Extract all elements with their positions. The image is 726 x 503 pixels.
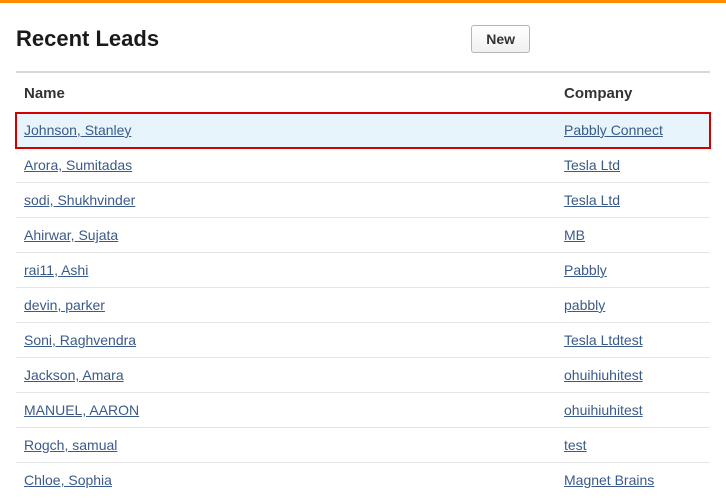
lead-name-link[interactable]: Soni, Raghvendra [24, 332, 136, 348]
table-cell-company: Tesla Ltd [556, 148, 710, 183]
panel-header: Recent Leads New [16, 25, 710, 53]
table-cell-name: Johnson, Stanley [16, 113, 556, 148]
lead-company-link[interactable]: Tesla Ltd [564, 192, 620, 208]
lead-company-link[interactable]: ohuihiuhitest [564, 367, 643, 383]
lead-name-link[interactable]: devin, parker [24, 297, 105, 313]
table-cell-name: Soni, Raghvendra [16, 323, 556, 358]
lead-company-link[interactable]: Pabbly Connect [564, 122, 663, 138]
table-cell-name: MANUEL, AARON [16, 393, 556, 428]
leads-table-body: Johnson, Stanley Pabbly Connect Arora, Sum… [16, 113, 710, 498]
table-cell-company: ohuihiuhitest [556, 393, 710, 428]
table-row: rai11, Ashi Pabbly [16, 253, 710, 288]
table-cell-company: Tesla Ltdtest [556, 323, 710, 358]
table-row: devin, parker pabbly [16, 288, 710, 323]
lead-name-link[interactable]: Ahirwar, Sujata [24, 227, 118, 243]
lead-name-link[interactable]: rai11, Ashi [24, 262, 88, 278]
lead-name-link[interactable]: Johnson, Stanley [24, 122, 131, 138]
table-cell-name: sodi, Shukhvinder [16, 183, 556, 218]
lead-company-link[interactable]: test [564, 437, 587, 453]
table-row: Ahirwar, Sujata MB [16, 218, 710, 253]
table-row: Jackson, Amara ohuihiuhitest [16, 358, 710, 393]
lead-company-link[interactable]: Tesla Ltd [564, 157, 620, 173]
lead-company-link[interactable]: MB [564, 227, 585, 243]
table-row: Rogch, samual test [16, 428, 710, 463]
table-cell-name: Jackson, Amara [16, 358, 556, 393]
table-row: Arora, Sumitadas Tesla Ltd [16, 148, 710, 183]
table-row: sodi, Shukhvinder Tesla Ltd [16, 183, 710, 218]
lead-company-link[interactable]: Tesla Ltdtest [564, 332, 643, 348]
lead-company-link[interactable]: pabbly [564, 297, 605, 313]
lead-name-link[interactable]: MANUEL, AARON [24, 402, 139, 418]
table-row: Soni, Raghvendra Tesla Ltdtest [16, 323, 710, 358]
table-header-row: Name Company [16, 72, 710, 113]
table-cell-name: Ahirwar, Sujata [16, 218, 556, 253]
lead-name-link[interactable]: Jackson, Amara [24, 367, 124, 383]
table-cell-company: test [556, 428, 710, 463]
lead-company-link[interactable]: Magnet Brains [564, 472, 654, 488]
table-cell-name: devin, parker [16, 288, 556, 323]
table-cell-company: ohuihiuhitest [556, 358, 710, 393]
column-header-company[interactable]: Company [556, 72, 710, 113]
leads-table: Name Company Johnson, Stanley Pabbly Conn… [16, 71, 710, 497]
table-cell-company: MB [556, 218, 710, 253]
table-cell-company: Magnet Brains [556, 463, 710, 498]
table-cell-name: Chloe, Sophia [16, 463, 556, 498]
table-cell-name: Rogch, samual [16, 428, 556, 463]
table-cell-name: Arora, Sumitadas [16, 148, 556, 183]
lead-name-link[interactable]: Chloe, Sophia [24, 472, 112, 488]
table-cell-name: rai11, Ashi [16, 253, 556, 288]
table-row: Chloe, Sophia Magnet Brains [16, 463, 710, 498]
panel-title: Recent Leads [16, 26, 159, 52]
table-row: MANUEL, AARON ohuihiuhitest [16, 393, 710, 428]
table-cell-company: Pabbly Connect [556, 113, 710, 148]
table-cell-company: Tesla Ltd [556, 183, 710, 218]
lead-company-link[interactable]: Pabbly [564, 262, 607, 278]
lead-name-link[interactable]: Rogch, samual [24, 437, 117, 453]
table-row: Johnson, Stanley Pabbly Connect [16, 113, 710, 148]
lead-name-link[interactable]: Arora, Sumitadas [24, 157, 132, 173]
table-cell-company: pabbly [556, 288, 710, 323]
new-button[interactable]: New [471, 25, 530, 53]
lead-company-link[interactable]: ohuihiuhitest [564, 402, 643, 418]
lead-name-link[interactable]: sodi, Shukhvinder [24, 192, 135, 208]
table-cell-company: Pabbly [556, 253, 710, 288]
recent-leads-panel: Recent Leads New Name Company Johnson, S… [0, 3, 726, 497]
column-header-name[interactable]: Name [16, 72, 556, 113]
